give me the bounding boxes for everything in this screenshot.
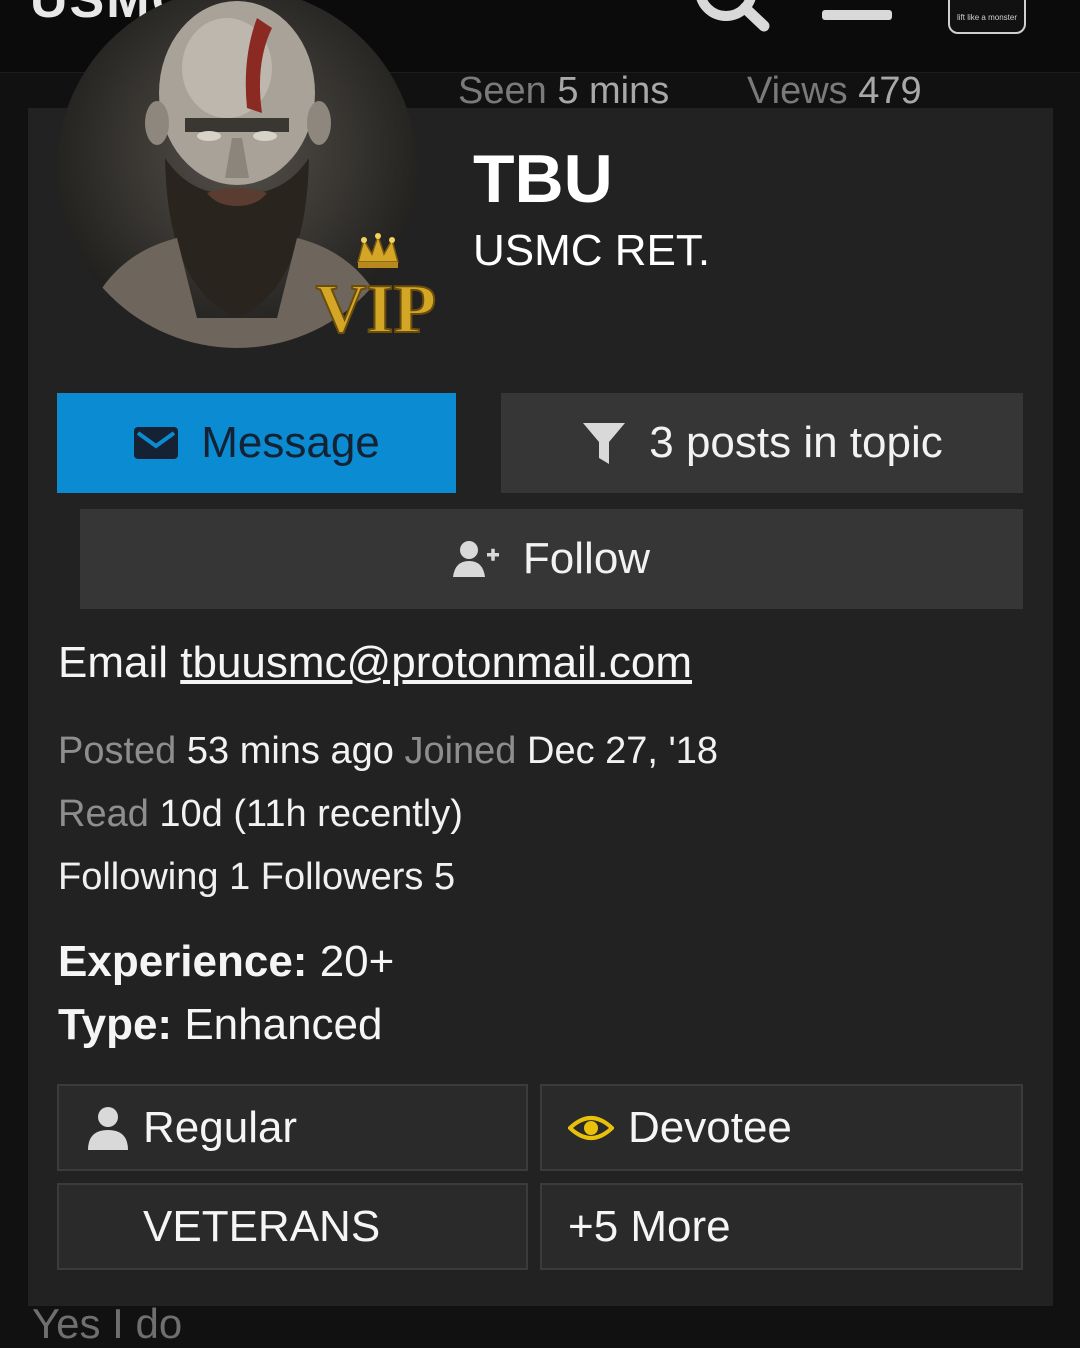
- views-stat: Views 479: [747, 70, 922, 113]
- post-body-text: Yes I do: [32, 1300, 183, 1347]
- type-value: Enhanced: [184, 1000, 383, 1049]
- search-icon[interactable]: [690, 0, 774, 32]
- views-label: Views: [747, 70, 848, 112]
- type-label: Type:: [58, 1000, 173, 1049]
- joined-label: Joined: [404, 730, 517, 772]
- experience-value: 20+: [319, 937, 395, 986]
- follow-button-label: Follow: [522, 534, 651, 583]
- user-title: USMC RET.: [473, 226, 711, 275]
- following-link[interactable]: Following 1: [58, 856, 261, 898]
- filter-icon: [583, 423, 626, 464]
- posted-value: 53 mins ago: [186, 730, 394, 772]
- message-button-label: Message: [201, 418, 380, 467]
- email-row: Email tbuusmc@protonmail.com: [58, 638, 692, 688]
- joined-value: Dec 27, '18: [527, 730, 719, 772]
- tag-regular[interactable]: Regular: [57, 1084, 528, 1171]
- menu-icon[interactable]: [822, 10, 892, 20]
- envelope-icon: [134, 427, 179, 459]
- vip-badge-text: VIP: [316, 271, 437, 340]
- experience-field: Experience: 20+: [58, 937, 394, 987]
- experience-label: Experience:: [58, 937, 308, 986]
- followers-count: 5: [433, 856, 456, 898]
- tag-devotee-label: Devotee: [628, 1102, 792, 1152]
- email-label: Email: [58, 638, 169, 687]
- follow-button[interactable]: Follow: [80, 509, 1023, 609]
- tag-more-button[interactable]: +5 More: [540, 1183, 1023, 1270]
- followers-link[interactable]: Followers 5: [261, 856, 455, 898]
- tag-veterans-label: VETERANS: [143, 1201, 381, 1251]
- tag-devotee[interactable]: Devotee: [540, 1084, 1023, 1171]
- posted-joined-row: Posted 53 mins ago Joined Dec 27, '18: [58, 730, 718, 773]
- user-icon: [88, 1106, 128, 1150]
- followers-label: Followers: [260, 856, 424, 898]
- posted-label: Posted: [58, 730, 177, 772]
- views-value: 479: [858, 70, 922, 112]
- user-thumbnail[interactable]: lift like a monster: [948, 0, 1026, 34]
- read-row: Read 10d (11h recently): [58, 793, 463, 836]
- seen-stat: Seen 5 mins: [458, 70, 669, 113]
- tag-veterans[interactable]: VETERANS: [57, 1183, 528, 1270]
- message-button[interactable]: Message: [57, 393, 456, 493]
- type-field: Type: Enhanced: [58, 1000, 383, 1050]
- tag-more-label: +5 More: [568, 1201, 731, 1251]
- email-link[interactable]: tbuusmc@protonmail.com: [180, 638, 692, 687]
- vip-badge-icon: VIP: [315, 233, 437, 340]
- thumbnail-caption: lift like a monster: [956, 12, 1018, 22]
- posts-in-topic-label: 3 posts in topic: [649, 418, 943, 467]
- posts-in-topic-button[interactable]: 3 posts in topic: [501, 393, 1023, 493]
- eye-icon: [568, 1115, 614, 1140]
- following-count: 1: [229, 856, 251, 898]
- read-label: Read: [58, 793, 149, 835]
- user-name: TBU: [473, 141, 613, 217]
- seen-label: Seen: [458, 70, 547, 112]
- seen-value: 5 mins: [557, 70, 670, 112]
- read-value: 10d (11h recently): [159, 793, 463, 835]
- follow-counts-row: Following 1 Followers 5: [58, 856, 455, 899]
- tag-regular-label: Regular: [143, 1102, 298, 1152]
- add-user-icon: [452, 541, 499, 577]
- following-label: Following: [58, 856, 219, 898]
